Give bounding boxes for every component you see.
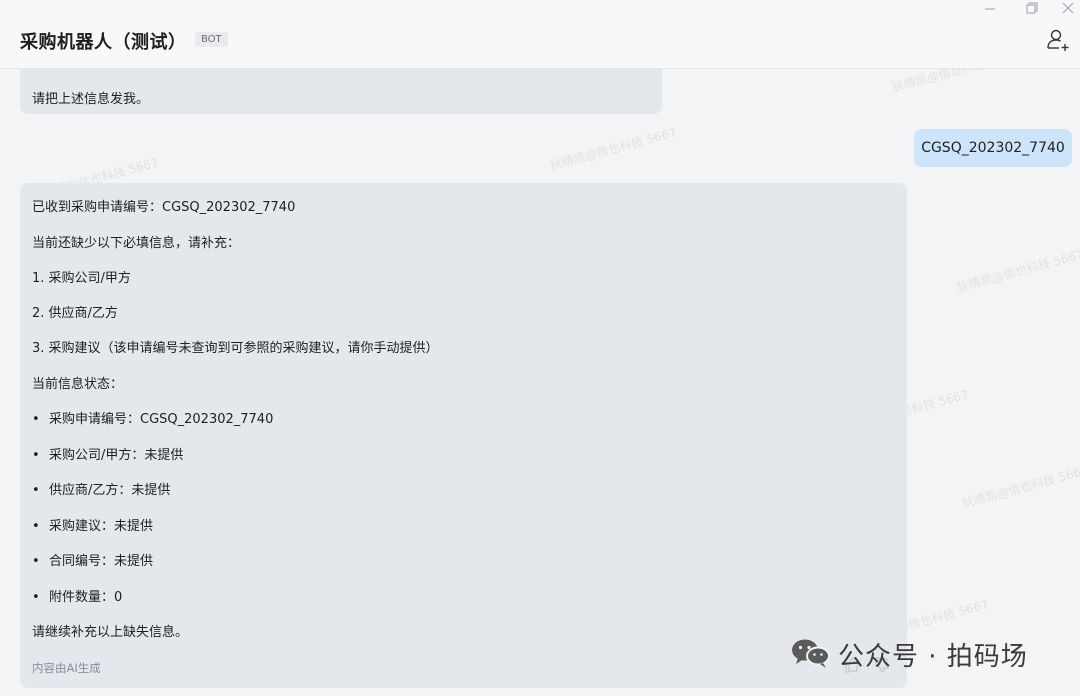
bot-message-previous: 请把上述信息发我。 bbox=[20, 69, 662, 114]
minimize-icon[interactable] bbox=[975, 0, 1005, 18]
missing-item: 3. 采购建议（该申请编号未查询到可参照的采购建议，请你手动提供） bbox=[32, 341, 439, 356]
missing-item: 2. 供应商/乙方 bbox=[32, 306, 118, 321]
title-bar: 采购机器人（测试） BOT bbox=[0, 0, 1080, 69]
message-text: 请把上述信息发我。 bbox=[32, 92, 150, 107]
status-item: • 采购申请编号：CGSQ_202302_7740 bbox=[32, 408, 273, 427]
closing-line: 请继续补充以上缺失信息。 bbox=[32, 625, 189, 640]
add-member-icon[interactable] bbox=[1046, 28, 1072, 52]
watermark: 狄晴凯@信也科技 5667 bbox=[955, 247, 1080, 295]
status-item-text: 供应商/乙方：未提供 bbox=[49, 483, 171, 498]
bullet: • bbox=[32, 554, 40, 569]
bullet: • bbox=[32, 590, 40, 605]
watermark: 狄晴凯@信也科技 5667 bbox=[960, 463, 1080, 511]
message-line: 当前还缺少以下必填信息，请补充： bbox=[32, 236, 241, 251]
message-text: CGSQ_202302_7740 bbox=[921, 140, 1065, 156]
wechat-icon bbox=[790, 637, 832, 669]
watermark: 狄晴凯@信也科技 5667 bbox=[548, 125, 679, 173]
user-message: CGSQ_202302_7740 bbox=[914, 129, 1072, 167]
chat-title: 采购机器人（测试） bbox=[20, 32, 187, 53]
status-item-text: 合同编号：未提供 bbox=[49, 554, 154, 569]
close-icon[interactable] bbox=[1056, 0, 1080, 18]
status-item-text: 附件数量：0 bbox=[49, 590, 123, 605]
bullet: • bbox=[32, 448, 40, 463]
ai-generated-note: 内容由AI生成 bbox=[32, 661, 101, 675]
bot-message: 已收到采购申请编号：CGSQ_202302_7740 当前还缺少以下必填信息，请… bbox=[20, 183, 907, 688]
status-item: • 合同编号：未提供 bbox=[32, 550, 153, 569]
bullet: • bbox=[32, 519, 40, 534]
official-account-label: 公众号 · 拍码场 bbox=[838, 642, 1028, 672]
missing-item: 1. 采购公司/甲方 bbox=[32, 271, 131, 286]
bullet: • bbox=[32, 412, 40, 427]
status-header: 当前信息状态： bbox=[32, 377, 124, 392]
status-item-text: 采购公司/甲方：未提供 bbox=[49, 448, 184, 463]
status-item: • 采购建议：未提供 bbox=[32, 515, 153, 534]
chat-window: 狄晴凯@信也科技 5667 狄晴凯@信也科技 5667 狄晴凯@信也科技 566… bbox=[0, 0, 1080, 696]
status-item: • 附件数量：0 bbox=[32, 586, 122, 605]
status-item-text: 采购建议：未提供 bbox=[49, 519, 154, 534]
status-item: • 采购公司/甲方：未提供 bbox=[32, 444, 183, 463]
bot-badge: BOT bbox=[195, 32, 228, 47]
restore-icon[interactable] bbox=[1017, 0, 1047, 18]
status-item: • 供应商/乙方：未提供 bbox=[32, 479, 170, 498]
status-item-text: 采购申请编号：CGSQ_202302_7740 bbox=[49, 412, 274, 427]
bullet: • bbox=[32, 483, 40, 498]
message-line: 已收到采购申请编号：CGSQ_202302_7740 bbox=[32, 200, 296, 215]
